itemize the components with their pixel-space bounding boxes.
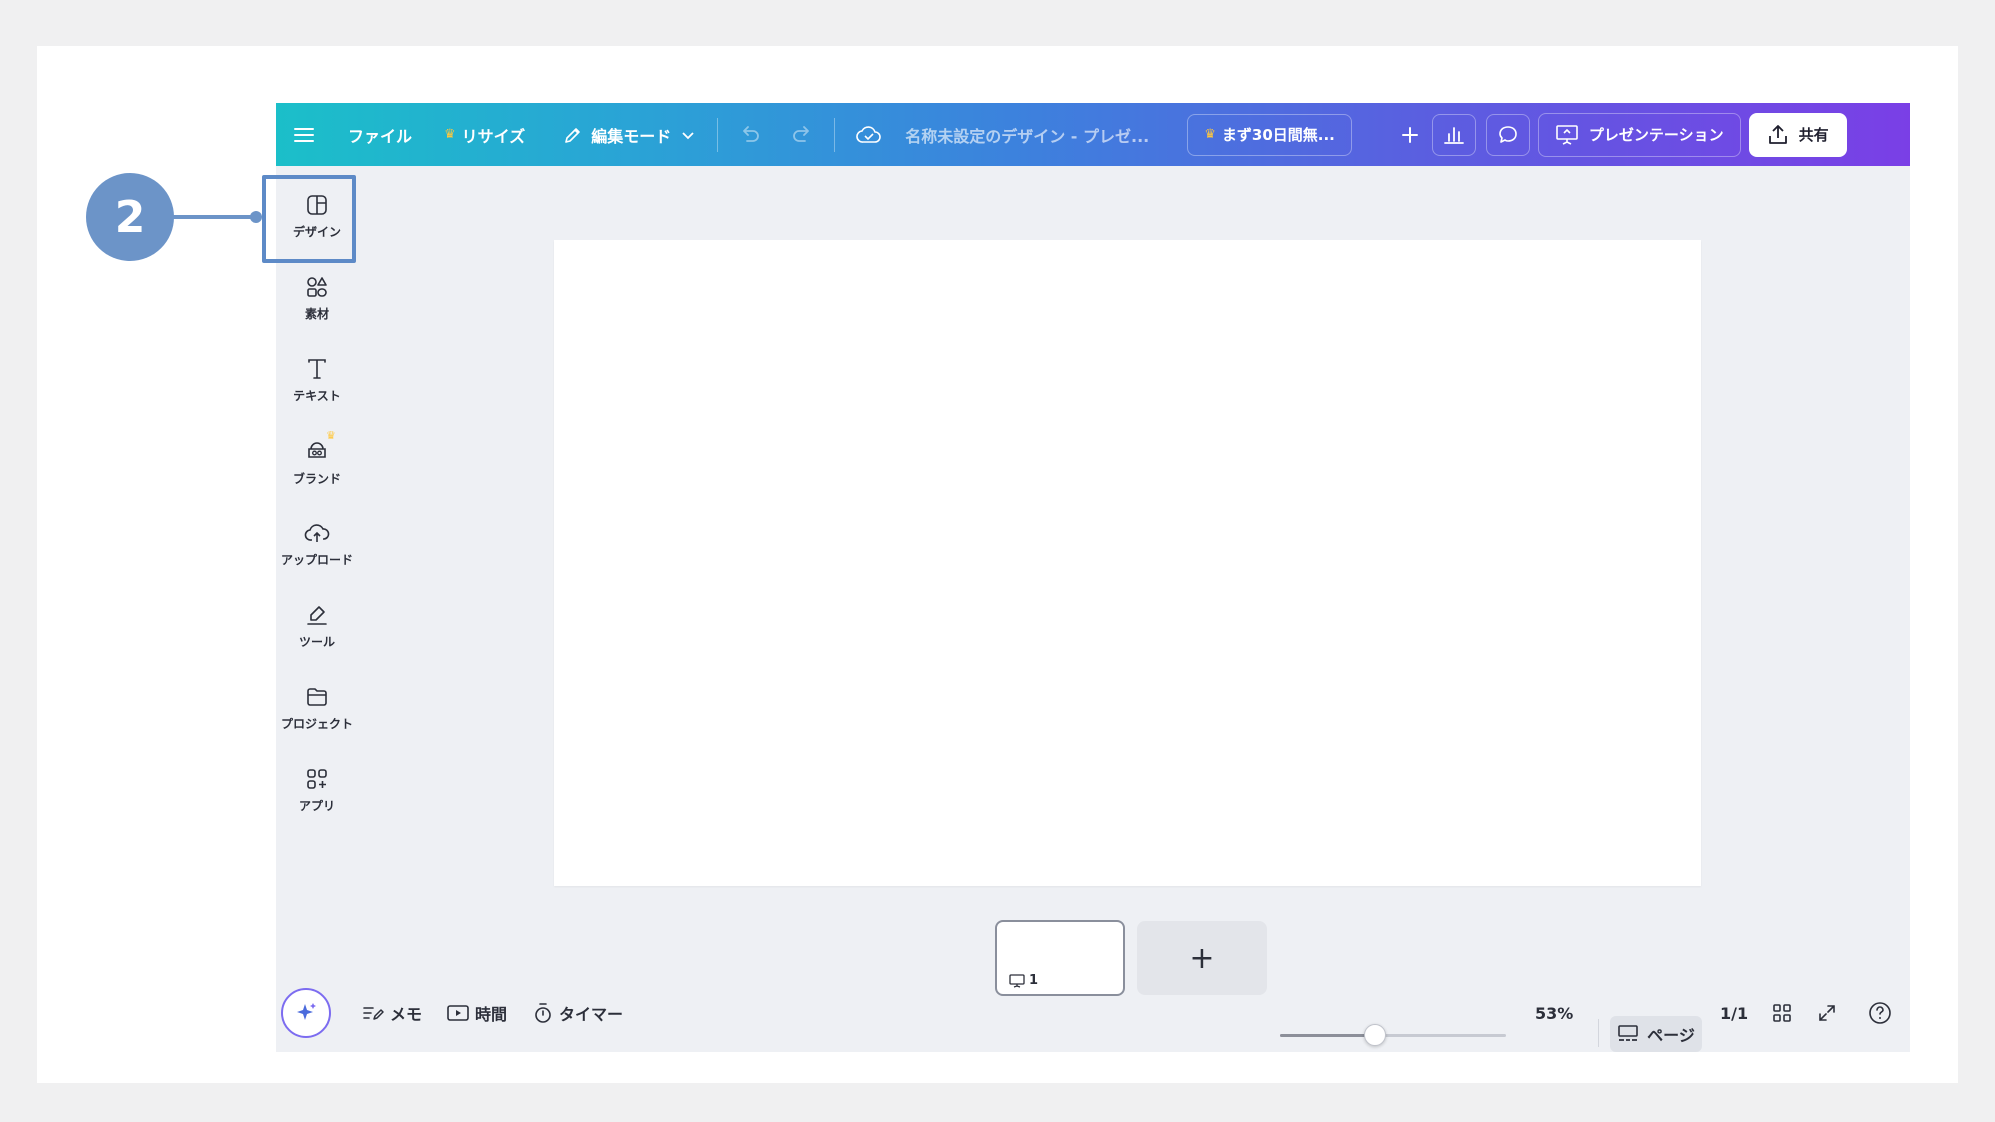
share-button[interactable]: 共有 <box>1748 112 1847 157</box>
sidebar-item-label: ブランド <box>292 472 341 486</box>
hamburger-menu-icon[interactable] <box>286 103 322 166</box>
sidebar-item-label: ツール <box>298 634 335 649</box>
help-icon <box>1869 1002 1891 1024</box>
edit-mode-dropdown[interactable]: 編集モード <box>563 103 695 166</box>
apps-icon <box>307 768 327 789</box>
undo-icon <box>743 125 760 142</box>
grid-icon <box>1773 1004 1791 1022</box>
page-view-icon <box>1618 1025 1638 1041</box>
sidebar-item-uploads[interactable]: アップロード <box>276 509 358 579</box>
timer-label: タイマー <box>559 1005 624 1024</box>
duration-button[interactable]: 時間 <box>447 1000 507 1026</box>
sidebar-item-apps[interactable]: アプリ <box>276 755 358 825</box>
editor-app: ファイル ♛ リサイズ 編集モード 名称未設定のデザイン - プレゼ... ♛ … <box>276 103 1910 1052</box>
resize-button[interactable]: ♛ リサイズ <box>444 103 525 166</box>
divider <box>717 117 719 152</box>
cloud-save-status[interactable] <box>855 103 883 166</box>
plus-icon <box>1401 126 1418 143</box>
presentation-screen-icon <box>1009 973 1025 988</box>
sidebar-item-brand[interactable]: ♛ ブランド <box>276 427 358 497</box>
callout-connector <box>172 215 256 219</box>
sidebar-item-tools[interactable]: ツール <box>276 591 358 661</box>
sidebar-item-label: テキスト <box>293 388 341 403</box>
add-collaborator-button[interactable] <box>1400 103 1420 166</box>
sidebar-item-label: 素材 <box>304 306 329 321</box>
cloud-upload-icon <box>304 523 330 542</box>
sidebar-item-label: アップロード <box>280 552 353 567</box>
page-view-button[interactable]: ページ <box>1610 1016 1702 1052</box>
expand-icon <box>1819 1005 1835 1021</box>
timer-button[interactable]: タイマー <box>533 1000 623 1026</box>
crown-icon: ♛ <box>326 429 336 442</box>
highlight-box <box>262 175 356 263</box>
text-icon <box>308 358 326 379</box>
add-page-button[interactable]: + <box>1137 921 1267 995</box>
resize-label: リサイズ <box>461 126 526 146</box>
sidebar-item-label: アプリ <box>298 798 335 813</box>
redo-button[interactable] <box>790 103 814 166</box>
sidebar-item-text[interactable]: テキスト <box>276 345 358 415</box>
free-trial-label: まず30日間無... <box>1221 126 1335 144</box>
design-canvas[interactable] <box>554 240 1701 886</box>
grid-view-button[interactable] <box>1772 1000 1798 1026</box>
insights-button[interactable] <box>1431 113 1476 156</box>
file-menu-label: ファイル <box>348 126 413 146</box>
chevron-down-icon <box>682 131 694 139</box>
zoom-slider-handle[interactable] <box>1363 1024 1386 1046</box>
magic-assistant-button[interactable] <box>281 988 331 1038</box>
top-toolbar: ファイル ♛ リサイズ 編集モード 名称未設定のデザイン - プレゼ... ♛ … <box>276 103 1910 166</box>
duration-label: 時間 <box>475 1005 508 1024</box>
zoom-value: 53% <box>1535 1003 1574 1023</box>
share-label: 共有 <box>1798 126 1829 144</box>
comments-button[interactable] <box>1485 113 1530 156</box>
present-button[interactable]: プレゼンテーション <box>1537 112 1741 157</box>
crown-icon: ♛ <box>1204 127 1216 142</box>
callout-number-badge: 2 <box>86 173 174 261</box>
page-thumbnail[interactable]: 1 <box>995 920 1125 996</box>
zoom-slider[interactable] <box>1280 1024 1506 1046</box>
zoom-slider-fill <box>1280 1034 1375 1037</box>
play-screen-icon <box>447 1005 469 1021</box>
notes-button[interactable]: メモ <box>362 1000 422 1026</box>
page-count-label: 1/1 <box>1720 1003 1749 1023</box>
present-label: プレゼンテーション <box>1588 126 1724 144</box>
crown-icon: ♛ <box>444 127 456 142</box>
page-count[interactable]: 1/1 <box>1720 1000 1748 1026</box>
sidebar-item-projects[interactable]: プロジェクト <box>276 673 358 743</box>
speech-bubble-icon <box>1499 125 1517 143</box>
upload-share-icon <box>1768 124 1787 144</box>
presentation-screen-icon <box>1556 124 1578 145</box>
notes-label: メモ <box>390 1005 423 1024</box>
undo-button[interactable] <box>738 103 762 166</box>
pen-tool-icon <box>307 605 327 625</box>
divider <box>1598 1019 1599 1047</box>
sparkle-icon <box>297 1003 316 1020</box>
page-view-label: ページ <box>1647 1026 1695 1045</box>
divider <box>834 117 836 152</box>
zoom-percentage[interactable]: 53% <box>1535 1000 1573 1026</box>
shapes-icon <box>307 276 327 297</box>
bar-chart-icon <box>1443 126 1464 144</box>
callout-connector-dot <box>250 211 262 223</box>
page-number-label: 1 <box>1029 973 1039 988</box>
left-sidebar: デザイン 素材 テキスト ♛ ブランド アップロード ツール プロジェクト アプ… <box>276 166 358 1052</box>
pencil-icon <box>565 127 581 143</box>
callout-number: 2 <box>114 191 146 243</box>
design-title-field[interactable]: 名称未設定のデザイン - プレゼ... <box>905 103 1149 166</box>
page-number: 1 <box>1009 973 1038 988</box>
folder-icon <box>307 687 327 706</box>
cloud-check-icon <box>856 125 881 143</box>
design-title: 名称未設定のデザイン - プレゼ... <box>905 126 1150 146</box>
file-menu-button[interactable]: ファイル <box>348 103 412 166</box>
sidebar-item-elements[interactable]: 素材 <box>276 263 358 333</box>
free-trial-button[interactable]: ♛ まず30日間無... <box>1187 113 1352 156</box>
plus-icon: + <box>1189 940 1215 976</box>
note-pencil-icon <box>363 1007 384 1020</box>
redo-icon <box>793 125 810 142</box>
edit-mode-label: 編集モード <box>591 126 672 146</box>
sidebar-item-label: プロジェクト <box>280 716 353 731</box>
help-button[interactable] <box>1868 1000 1898 1026</box>
fullscreen-button[interactable] <box>1817 1000 1843 1026</box>
stopwatch-icon <box>535 1003 551 1023</box>
